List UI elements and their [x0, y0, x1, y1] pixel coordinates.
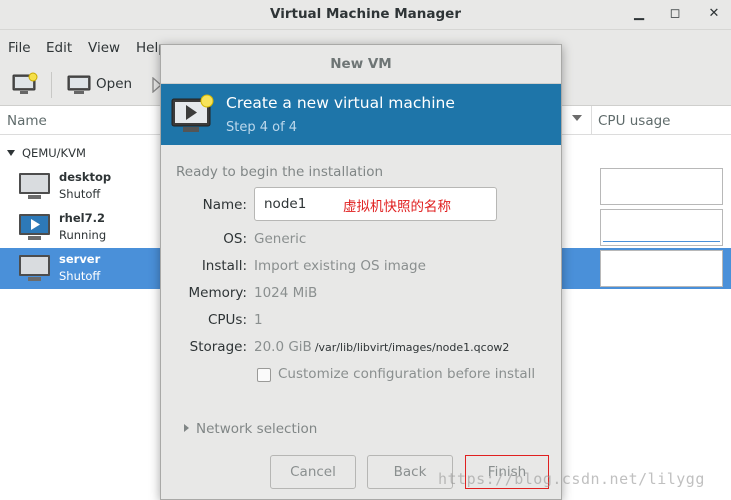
- minimize-icon[interactable]: ▁: [630, 5, 648, 23]
- wizard-step: Step 4 of 4: [226, 120, 298, 135]
- wizard-heading: Create a new virtual machine: [226, 94, 455, 112]
- watermark: https://blog.csdn.net/lilygg: [438, 470, 705, 488]
- storage-value: 20.0 GiB/var/lib/libvirt/images/node1.qc…: [254, 339, 509, 355]
- menu-edit[interactable]: Edit: [46, 40, 72, 56]
- storage-label: Storage:: [189, 339, 247, 355]
- install-label: Install:: [201, 258, 247, 274]
- os-value: Generic: [254, 231, 307, 247]
- toolbar-separator: [51, 72, 52, 98]
- cpu-usage-graph: [600, 209, 723, 246]
- connection-group[interactable]: QEMU/KVM: [7, 146, 86, 160]
- storage-path: /var/lib/libvirt/images/node1.qcow2: [314, 341, 510, 354]
- column-divider: [591, 106, 592, 135]
- cancel-button[interactable]: Cancel: [270, 455, 356, 489]
- cpu-usage-graph: [600, 250, 723, 287]
- connection-label: QEMU/KVM: [22, 146, 86, 160]
- dialog-title: New VM: [330, 56, 392, 72]
- menu-view[interactable]: View: [88, 40, 120, 56]
- vm-name: rhel7.2: [59, 211, 105, 225]
- name-annotation: 虚拟机快照的名称: [343, 199, 451, 215]
- cpus-label: CPUs:: [207, 312, 247, 328]
- new-vm-dialog: New VM Create a new virtual machine Step…: [160, 44, 562, 500]
- install-value: Import existing OS image: [254, 258, 426, 274]
- vm-running-icon: [19, 214, 50, 240]
- cpus-value: 1: [254, 312, 263, 328]
- column-name[interactable]: Name: [7, 113, 47, 129]
- column-cpu-usage[interactable]: CPU usage: [598, 113, 670, 129]
- os-label: OS:: [223, 231, 247, 247]
- menu-file[interactable]: File: [8, 40, 31, 56]
- close-icon[interactable]: ✕: [705, 5, 723, 23]
- storage-size: 20.0 GiB: [254, 339, 312, 355]
- network-selection-label: Network selection: [196, 421, 318, 437]
- wizard-banner: Create a new virtual machine Step 4 of 4: [161, 84, 561, 145]
- monitor-icon[interactable]: [67, 75, 91, 95]
- vm-state: Running: [59, 228, 107, 242]
- dialog-titlebar: New VM: [161, 45, 561, 84]
- vm-state: Shutoff: [59, 187, 101, 201]
- vm-state: Shutoff: [59, 269, 101, 283]
- maximize-icon[interactable]: ◻: [666, 5, 684, 23]
- customize-checkbox[interactable]: [257, 368, 271, 382]
- window-title: Virtual Machine Manager: [270, 6, 461, 22]
- vm-shutoff-icon: [19, 255, 50, 281]
- name-label: Name:: [202, 197, 247, 213]
- customize-label[interactable]: Customize configuration before install: [278, 366, 535, 382]
- vm-name-field[interactable]: node1 虚拟机快照的名称: [254, 187, 497, 221]
- new-vm-icon[interactable]: [12, 72, 38, 96]
- memory-label: Memory:: [188, 285, 247, 301]
- cpu-usage-graph: [600, 168, 723, 205]
- vm-shutoff-icon: [19, 173, 50, 199]
- network-selection-expander[interactable]: Network selection: [184, 421, 317, 437]
- memory-value: 1024 MiB: [254, 285, 318, 301]
- vm-name-value: node1: [264, 196, 307, 212]
- main-titlebar: Virtual Machine Manager ▁ ◻ ✕: [0, 0, 731, 30]
- section-heading: Ready to begin the installation: [176, 164, 384, 180]
- new-vm-wizard-icon: [171, 94, 214, 132]
- expander-right-icon[interactable]: [184, 424, 189, 432]
- sort-arrow-icon[interactable]: [572, 115, 582, 121]
- cpu-graph-line: [603, 241, 720, 242]
- open-button[interactable]: Open: [96, 76, 132, 92]
- vm-name: desktop: [59, 170, 112, 184]
- vm-name: server: [59, 252, 101, 266]
- expander-down-icon[interactable]: [7, 150, 15, 156]
